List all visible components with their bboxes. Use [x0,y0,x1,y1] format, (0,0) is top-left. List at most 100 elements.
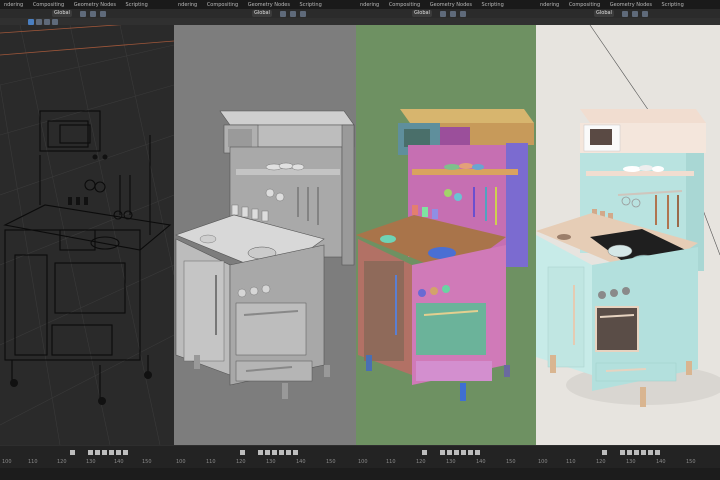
frame-tick: 120 [596,459,606,465]
transform-orientation-dropdown[interactable]: Global [594,10,614,17]
transform-orientation-dropdown[interactable]: Global [252,10,272,17]
pivot-icon[interactable] [80,11,86,17]
frame-tick: 100 [2,459,12,465]
tool-settings-bar [356,18,536,25]
tab-rendering[interactable]: ndering [0,0,27,9]
jump-end-icon[interactable] [655,450,660,455]
frame-tick: 150 [142,459,152,465]
tab-geometry-nodes[interactable]: Geometry Nodes [244,0,294,9]
tool-settings-bar [0,18,174,25]
workspace-tab-bar: ndering Compositing Geometry Nodes Scrip… [0,0,174,9]
jump-start-icon[interactable] [440,450,445,455]
timeline-track[interactable] [174,468,356,480]
tab-compositing[interactable]: Compositing [29,0,68,9]
jump-start-icon[interactable] [620,450,625,455]
jump-end-icon[interactable] [293,450,298,455]
rendered-kitchen-drawing [536,25,720,407]
prev-keyframe-icon[interactable] [265,450,270,455]
prev-keyframe-icon[interactable] [95,450,100,455]
timeline-panel[interactable]: 100 110 120 130 140 150 [356,445,536,480]
frame-tick: 130 [626,459,636,465]
play-reverse-icon[interactable] [634,450,639,455]
next-keyframe-icon[interactable] [468,450,473,455]
tab-rendering[interactable]: ndering [356,0,383,9]
next-keyframe-icon[interactable] [286,450,291,455]
workspace-tab-bar: ndering Compositing Geometry Nodes Scrip… [356,0,536,9]
timeline-track[interactable] [356,468,536,480]
viewport-panel-rendered: ndering Compositing Geometry Nodes Scrip… [536,0,720,480]
play-reverse-icon[interactable] [272,450,277,455]
snap-icon[interactable] [450,11,456,17]
workspace-tab-bar: ndering Compositing Geometry Nodes Scrip… [174,0,356,9]
3d-viewport[interactable] [0,25,174,445]
timeline-panel[interactable]: 100 110 120 130 140 150 [536,445,720,480]
pivot-icon[interactable] [440,11,446,17]
play-icon[interactable] [641,450,646,455]
proportional-edit-icon[interactable] [300,11,306,17]
prev-keyframe-icon[interactable] [627,450,632,455]
3d-viewport[interactable] [174,25,356,445]
snap-icon[interactable] [632,11,638,17]
tab-geometry-nodes[interactable]: Geometry Nodes [426,0,476,9]
next-keyframe-icon[interactable] [648,450,653,455]
proportional-edit-icon[interactable] [642,11,648,17]
timeline-ruler: 100 110 120 130 140 150 [536,458,720,468]
frame-tick: 110 [206,459,216,465]
proportional-edit-icon[interactable] [100,11,106,17]
play-icon[interactable] [279,450,284,455]
tab-rendering[interactable]: ndering [536,0,563,9]
frame-tick: 130 [266,459,276,465]
snap-icon[interactable] [90,11,96,17]
transform-orientation-dropdown[interactable]: Global [412,10,432,17]
keyframe-icon[interactable] [422,450,427,455]
play-reverse-icon[interactable] [102,450,107,455]
tab-rendering[interactable]: ndering [174,0,201,9]
prev-keyframe-icon[interactable] [447,450,452,455]
play-reverse-icon[interactable] [454,450,459,455]
jump-end-icon[interactable] [475,450,480,455]
solid-kitchen-drawing [175,110,355,399]
3d-viewport[interactable] [356,25,536,445]
wireframe-kitchen-drawing [0,25,174,445]
frame-tick: 110 [386,459,396,465]
snap-icon[interactable] [290,11,296,17]
frame-tick: 120 [416,459,426,465]
workspace-tab-bar: ndering Compositing Geometry Nodes Scrip… [536,0,720,9]
tab-scripting[interactable]: Scripting [122,0,152,9]
frame-tick: 150 [326,459,336,465]
timeline-panel[interactable]: 100 110 120 130 140 150 [174,445,356,480]
tab-scripting[interactable]: Scripting [296,0,326,9]
transform-orientation-dropdown[interactable]: Global [52,10,72,17]
timeline-track[interactable] [0,468,174,480]
keyframe-icon[interactable] [602,450,607,455]
jump-start-icon[interactable] [88,450,93,455]
play-icon[interactable] [461,450,466,455]
frame-tick: 150 [686,459,696,465]
tab-geometry-nodes[interactable]: Geometry Nodes [70,0,120,9]
play-icon[interactable] [109,450,114,455]
tab-compositing[interactable]: Compositing [565,0,604,9]
timeline-track[interactable] [536,468,720,480]
keyframe-icon[interactable] [240,450,245,455]
frame-tick: 100 [358,459,368,465]
frame-tick: 150 [506,459,516,465]
tool-settings-bar [536,18,720,25]
tab-scripting[interactable]: Scripting [478,0,508,9]
keyframe-icon[interactable] [70,450,75,455]
jump-end-icon[interactable] [123,450,128,455]
pivot-icon[interactable] [280,11,286,17]
3d-viewport[interactable] [536,25,720,445]
timeline-panel[interactable]: 100 110 120 130 140 150 [0,445,174,480]
viewport-panel-wireframe: ndering Compositing Geometry Nodes Scrip… [0,0,174,480]
tab-compositing[interactable]: Compositing [385,0,424,9]
proportional-edit-icon[interactable] [460,11,466,17]
pivot-icon[interactable] [622,11,628,17]
frame-tick: 110 [566,459,576,465]
timeline-ruler: 100 110 120 130 140 150 [174,458,356,468]
jump-start-icon[interactable] [258,450,263,455]
tab-compositing[interactable]: Compositing [203,0,242,9]
next-keyframe-icon[interactable] [116,450,121,455]
tab-scripting[interactable]: Scripting [658,0,688,9]
frame-tick: 120 [236,459,246,465]
tab-geometry-nodes[interactable]: Geometry Nodes [606,0,656,9]
